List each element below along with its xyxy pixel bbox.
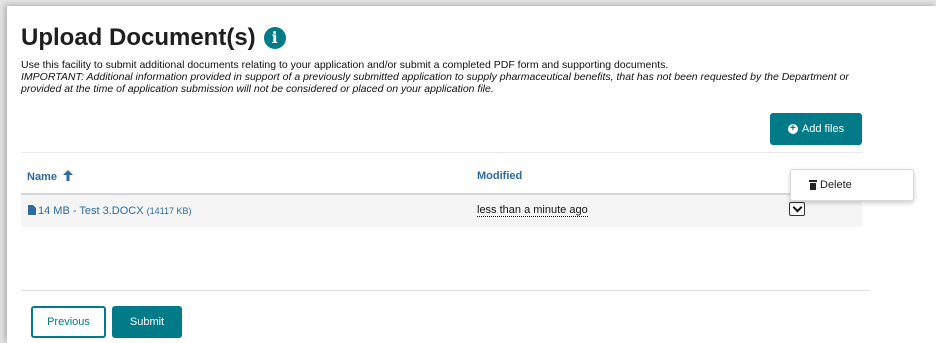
previous-button[interactable]: Previous bbox=[31, 306, 106, 338]
footer-divider bbox=[21, 290, 870, 291]
table-row: 14 MB - Test 3.DOCX (14117 KB) less than… bbox=[21, 195, 862, 227]
column-header-modified[interactable]: Modified bbox=[477, 170, 522, 182]
file-link[interactable]: 14 MB - Test 3.DOCX (14117 KB) bbox=[28, 205, 191, 217]
divider bbox=[21, 152, 862, 153]
modified-value: less than a minute ago bbox=[477, 204, 588, 217]
page-title: Upload Document(s) i bbox=[21, 24, 286, 52]
description-text: Use this facility to submit additional d… bbox=[21, 59, 669, 71]
file-icon bbox=[28, 205, 36, 215]
file-size: (14117 KB) bbox=[146, 206, 192, 216]
menu-item-delete[interactable]: Delete bbox=[809, 179, 852, 191]
file-name: 14 MB - Test 3.DOCX bbox=[38, 205, 144, 217]
important-notice: IMPORTANT: Additional information provid… bbox=[21, 71, 849, 95]
info-circle-icon[interactable]: i bbox=[263, 27, 286, 49]
row-actions-menu: Delete bbox=[790, 169, 914, 201]
trash-icon bbox=[809, 180, 817, 190]
add-files-label: Add files bbox=[801, 123, 845, 135]
sort-arrow-up-icon bbox=[63, 170, 74, 181]
column-header-name[interactable]: Name bbox=[27, 170, 74, 183]
submit-button[interactable]: Submit bbox=[112, 306, 182, 338]
menu-item-delete-label: Delete bbox=[820, 179, 852, 191]
plus-circle-icon: + bbox=[787, 124, 798, 134]
page-description: Use this facility to submit additional d… bbox=[21, 59, 851, 95]
column-header-name-label: Name bbox=[27, 171, 57, 183]
row-actions-toggle[interactable] bbox=[789, 202, 805, 216]
chevron-down-icon bbox=[792, 202, 802, 213]
page-title-text: Upload Document(s) bbox=[21, 24, 256, 51]
add-files-button[interactable]: + Add files bbox=[770, 113, 862, 145]
